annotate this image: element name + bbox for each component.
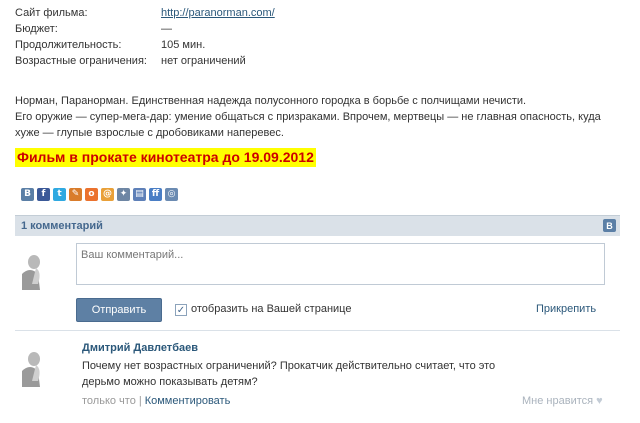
info-label: Возрастные ограничения:	[15, 55, 147, 67]
default-avatar-icon	[22, 244, 65, 290]
info-value: —	[161, 23, 172, 35]
vk-logo-icon[interactable]: В	[603, 219, 616, 232]
premiere-notice: Фильм в прокате кинотеатра до 19.09.2012	[15, 148, 316, 167]
comments-header: 1 комментарий В	[15, 215, 620, 236]
attach-link[interactable]: Прикрепить	[536, 303, 596, 315]
reply-link[interactable]: Комментировать	[145, 395, 231, 407]
share-bar: Bf t ✎ o @ ✦ ▤ ff ◎	[21, 188, 178, 201]
comment-text-line: дерьмо можно показывать детям?	[82, 376, 258, 388]
info-value: нет ограничений	[161, 55, 246, 67]
comments-count: 1 комментарий	[21, 220, 103, 232]
heart-icon: ♥	[596, 395, 603, 407]
divider	[15, 330, 620, 331]
info-value: 105 мин.	[161, 39, 206, 51]
info-label: Бюджет:	[15, 23, 58, 35]
livejournal-icon[interactable]: ✎	[69, 188, 82, 201]
default-avatar-icon	[22, 341, 65, 387]
description-line: Его оружие — супер-мега-дар: умение обща…	[15, 111, 601, 139]
friendfeed-icon[interactable]: ff	[149, 188, 162, 201]
info-row-duration: Продолжительность: 105 мин.	[15, 37, 275, 53]
checkmark-icon: ✓	[176, 304, 186, 316]
info-label: Продолжительность:	[15, 39, 122, 51]
twitter-icon[interactable]: t	[53, 188, 66, 201]
mailru-icon[interactable]: @	[101, 188, 114, 201]
like-label: Мне нравится	[522, 395, 594, 407]
comment-author-avatar[interactable]	[22, 341, 65, 387]
film-site-link[interactable]: http://paranorman.com/	[161, 7, 275, 19]
bookmark-icon[interactable]: ✦	[117, 188, 130, 201]
info-row-budget: Бюджет: —	[15, 21, 275, 37]
comment-input[interactable]: Ваш комментарий...	[76, 243, 605, 285]
blog-icon[interactable]: ▤	[133, 188, 146, 201]
info-label: Сайт фильма:	[15, 7, 88, 19]
send-button[interactable]: Отправить	[76, 298, 162, 322]
info-row-age: Возрастные ограничения: нет ограничений	[15, 53, 275, 69]
description-line: Норман, Паранорман. Единственная надежда…	[15, 95, 527, 107]
meta-separator: |	[138, 395, 142, 407]
film-description: Норман, Паранорман. Единственная надежда…	[15, 93, 625, 141]
comment-text: Почему нет возрастных ограничений? Прока…	[82, 358, 522, 390]
share-more-icon[interactable]: ◎	[165, 188, 178, 201]
comment-author[interactable]: Дмитрий Давлетбаев	[82, 342, 198, 354]
comment-meta: только что | Комментировать	[82, 395, 230, 407]
info-row-site: Сайт фильма: http://paranorman.com/	[15, 5, 275, 21]
facebook-icon[interactable]: f	[37, 188, 50, 201]
odnoklassniki-icon[interactable]: o	[85, 188, 98, 201]
like-button[interactable]: Мне нравится ♥	[522, 395, 603, 407]
comment-text-line: Почему нет возрастных ограничений? Прока…	[82, 360, 496, 372]
publish-checkbox-label[interactable]: отобразить на Вашей странице	[191, 303, 351, 315]
publish-checkbox[interactable]: ✓	[175, 304, 187, 316]
avatar	[22, 244, 65, 290]
comment-time[interactable]: только что	[82, 395, 136, 407]
film-info-table: Сайт фильма: http://paranorman.com/ Бюдж…	[15, 5, 275, 69]
vk-icon[interactable]: B	[21, 188, 34, 201]
comment-placeholder: Ваш комментарий...	[81, 249, 184, 261]
